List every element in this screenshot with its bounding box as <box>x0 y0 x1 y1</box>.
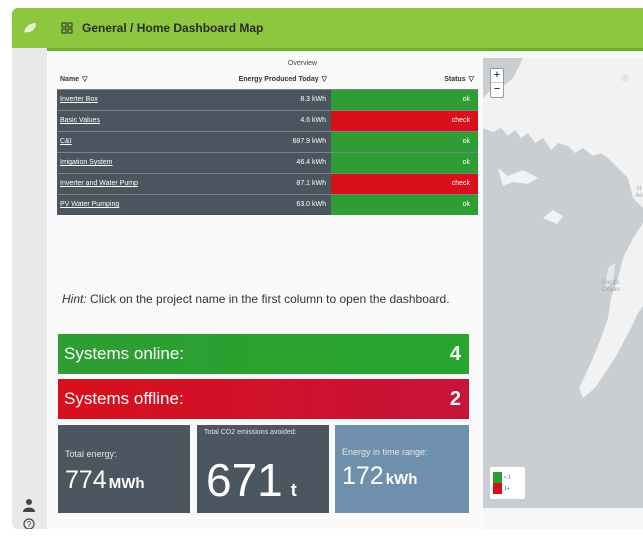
project-link[interactable]: C&I <box>57 130 184 152</box>
overview-table-panel: Overview Name ▽ Energy Produced Today ▽ St… <box>57 59 478 215</box>
project-link[interactable]: PV Water Pumping <box>57 193 184 215</box>
zoom-out-button[interactable]: − <box>491 83 503 97</box>
energy-range-tile: Energy in time range: 172 kWh <box>335 425 469 513</box>
total-energy-label: Total energy: <box>65 449 117 459</box>
co2-avoided-tile: Total CO2 emissions avoided: 671 t <box>197 425 329 513</box>
status-cell: ok <box>331 88 478 110</box>
hint-body: Click on the project name in the first c… <box>86 292 450 306</box>
energy-cell: 687.9 kWh <box>184 130 331 152</box>
overview-table: Name ▽ Energy Produced Today ▽ Status ▽ Inv… <box>57 69 478 215</box>
dashboard-main: Overview Name ▽ Energy Produced Today ▽ St… <box>47 51 483 529</box>
project-link[interactable]: Inverter and Water Pump <box>57 172 184 194</box>
table-row: Basic Values 4.6 kWh check <box>57 109 478 131</box>
systems-offline-banner: Systems offline: 2 <box>58 379 469 419</box>
systems-offline-count: 2 <box>449 387 461 410</box>
page-title[interactable]: General / Home Dashboard Map <box>82 21 263 35</box>
status-cell: ok <box>331 130 478 152</box>
app-frame: ? General / Home Dashboard Map Overview … <box>12 8 643 529</box>
column-header-energy[interactable]: Energy Produced Today ▽ <box>184 69 331 89</box>
column-header-name[interactable]: Name ▽ <box>57 69 184 89</box>
zoom-in-button[interactable]: + <box>491 69 503 83</box>
filter-icon[interactable]: ▽ <box>322 75 327 83</box>
table-row: C&I 687.9 kWh ok <box>57 130 478 152</box>
systems-online-banner: Systems online: 4 <box>58 334 469 374</box>
systems-online-label: Systems online: <box>64 344 184 363</box>
energy-cell: 4.6 kWh <box>184 109 331 131</box>
table-caption: Overview <box>287 60 318 67</box>
energy-cell: 87.1 kWh <box>184 172 331 194</box>
table-row: Inverter and Water Pump 87.1 kWh check <box>57 172 478 194</box>
dashboard-grid-icon[interactable] <box>61 22 73 34</box>
status-cell: ok <box>331 151 478 173</box>
energy-cell: 46.4 kWh <box>184 151 331 173</box>
legend-swatch <box>493 483 502 494</box>
leaf-logo-icon[interactable] <box>12 8 47 48</box>
energy-cell: 63.0 kWh <box>184 193 331 215</box>
filter-icon[interactable]: ▽ <box>82 75 87 83</box>
hint-text: Hint: Click on the project name in the f… <box>62 292 462 306</box>
map-legend: < 1 1+ <box>490 467 525 499</box>
energy-range-value: 172 kWh <box>342 462 418 490</box>
svg-text:?: ? <box>27 520 32 529</box>
column-header-status[interactable]: Status ▽ <box>331 69 478 89</box>
status-cell: check <box>331 172 478 194</box>
co2-avoided-value: 671 t <box>206 454 297 506</box>
table-row: Inverter Box 8.3 kWh ok <box>57 88 478 110</box>
hint-label: Hint: <box>62 292 87 306</box>
status-cell: check <box>331 109 478 131</box>
legend-item: 1+ <box>493 483 522 494</box>
filter-icon[interactable]: ▽ <box>469 75 474 83</box>
help-icon[interactable]: ? <box>23 518 35 529</box>
map-edge-label: N An <box>635 186 643 199</box>
total-energy-value: 774 MWh <box>65 466 145 494</box>
total-energy-tile: Total energy: 774 MWh <box>58 425 190 513</box>
sidebar: ? <box>12 8 47 529</box>
top-bar: General / Home Dashboard Map <box>47 8 643 48</box>
project-link[interactable]: Basic Values <box>57 109 184 131</box>
zoom-control: + − <box>490 68 504 98</box>
legend-swatch <box>493 472 502 483</box>
project-map[interactable]: Pacific Ocean N An + − < 1 1+ <box>483 58 643 508</box>
project-link[interactable]: Irrigation System <box>57 151 184 173</box>
project-link[interactable]: Inverter Box <box>57 88 184 110</box>
table-row: Irrigation System 46.4 kWh ok <box>57 151 478 173</box>
co2-avoided-label: Total CO2 emissions avoided: <box>204 429 297 436</box>
systems-offline-label: Systems offline: <box>64 389 184 408</box>
ocean-label: Pacific Ocean <box>602 280 620 293</box>
status-cell: ok <box>331 193 478 215</box>
energy-cell: 8.3 kWh <box>184 88 331 110</box>
systems-online-count: 4 <box>449 342 461 365</box>
energy-range-label: Energy in time range: <box>342 447 428 457</box>
legend-item: < 1 <box>493 472 522 483</box>
user-icon[interactable] <box>23 498 35 512</box>
table-row: PV Water Pumping 63.0 kWh ok <box>57 193 478 215</box>
